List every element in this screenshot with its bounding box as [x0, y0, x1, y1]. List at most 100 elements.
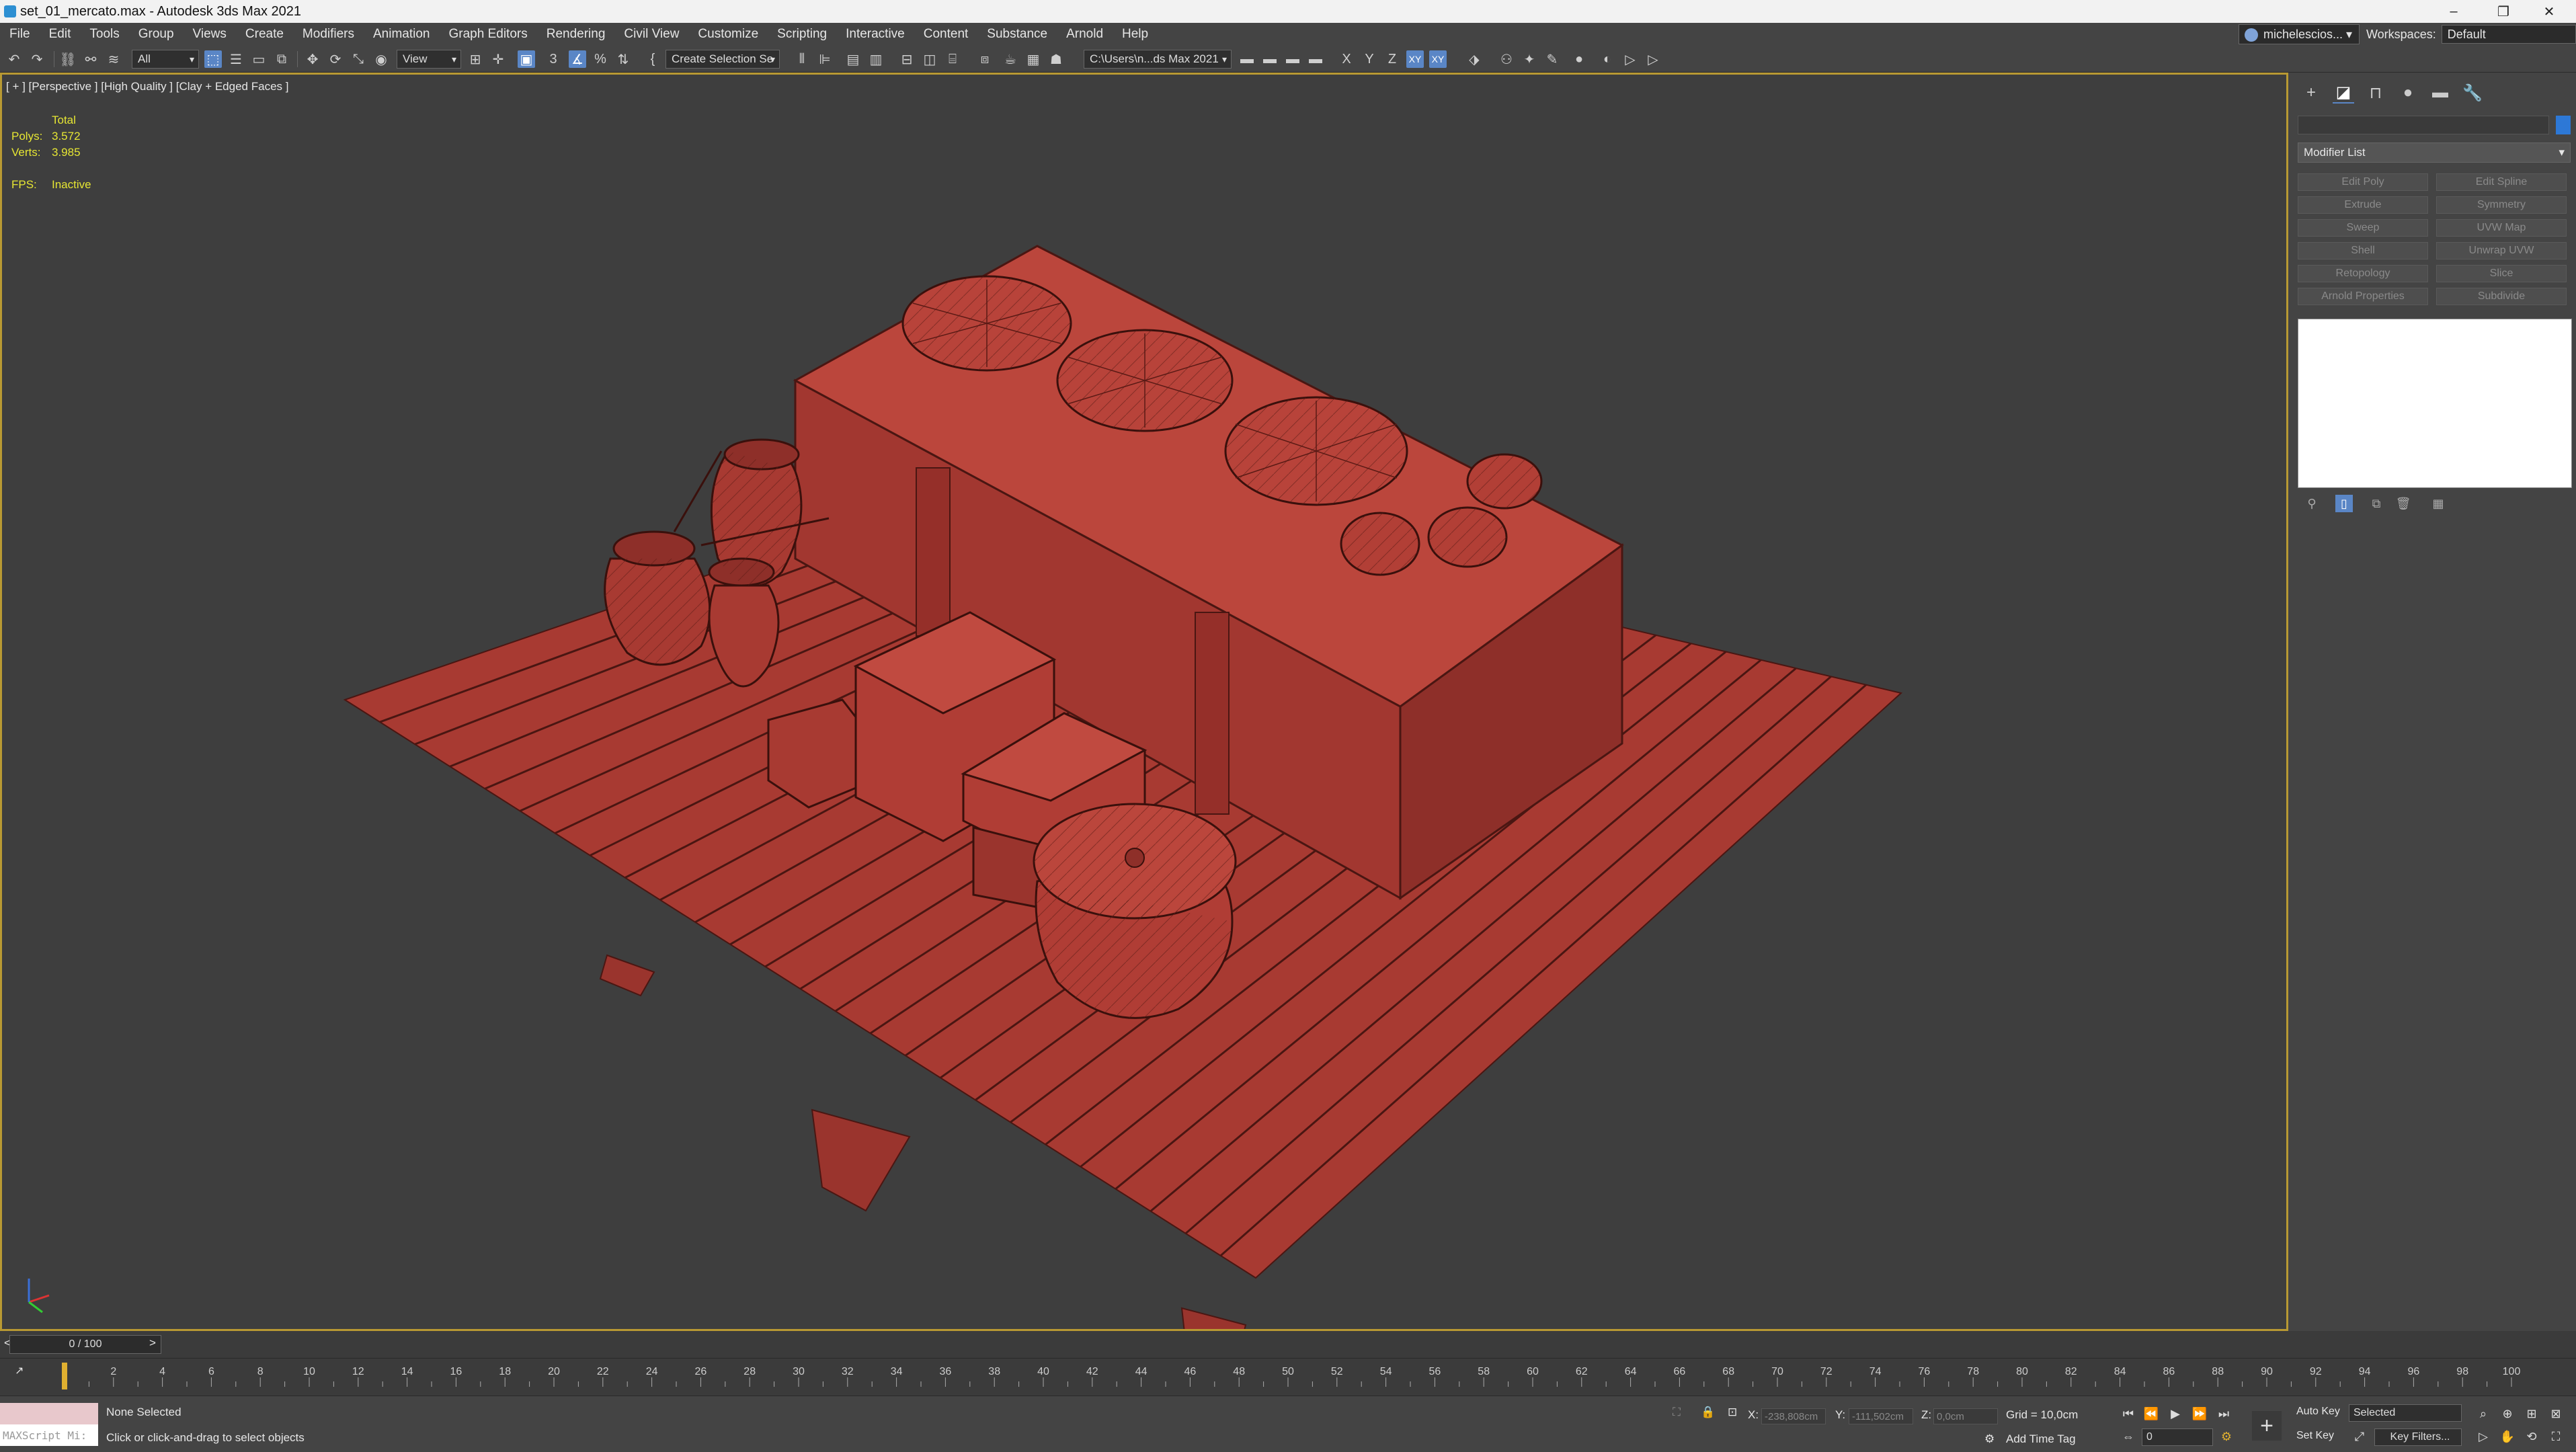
align-icon[interactable]: ⊫ — [816, 50, 834, 68]
undo-icon[interactable]: ↶ — [5, 50, 23, 68]
mirror-icon[interactable]: ⫴ — [793, 50, 811, 68]
menu-edit[interactable]: Edit — [40, 23, 81, 46]
key-filters-icon[interactable]: ⤢ — [2350, 1427, 2369, 1446]
modifier-subdivide-button[interactable]: Subdivide — [2436, 288, 2567, 305]
set-key-plus-icon[interactable]: + — [2252, 1411, 2282, 1441]
named-selection-set-dropdown[interactable]: Create Selection Se — [666, 50, 780, 69]
menu-animation[interactable]: Animation — [364, 23, 440, 46]
menu-scripting[interactable]: Scripting — [768, 23, 836, 46]
move-icon[interactable]: ✥ — [304, 50, 321, 68]
object-color-swatch[interactable] — [2556, 116, 2571, 134]
viewport-label-menu[interactable]: [ + ] [Perspective ] [High Quality ] [Cl… — [6, 80, 288, 93]
reference-coordinate-dropdown[interactable]: View — [397, 50, 461, 69]
close-button[interactable]: ✕ — [2522, 0, 2576, 23]
graphite-icon[interactable]: ✦ — [1521, 50, 1538, 68]
menu-views[interactable]: Views — [184, 23, 236, 46]
region-select-icon[interactable]: ▭ — [250, 50, 268, 68]
time-slider[interactable]: 0 / 100 — [9, 1335, 161, 1354]
pivot-center-icon[interactable]: ⊞ — [467, 50, 484, 68]
x-coordinate-field[interactable]: -238,808cm — [1761, 1408, 1826, 1424]
project-folder-icon[interactable]: ▬ — [1284, 50, 1301, 68]
set-project-icon[interactable]: ▬ — [1261, 50, 1279, 68]
modifier-symmetry-button[interactable]: Symmetry — [2436, 196, 2567, 214]
menu-graph-editors[interactable]: Graph Editors — [440, 23, 537, 46]
axis-y-button[interactable]: Y — [1361, 50, 1378, 68]
window-crossing-icon[interactable]: ⧉ — [273, 50, 290, 68]
key-mode-dropdown[interactable]: Selected — [2349, 1404, 2462, 1422]
modifier-shell-button[interactable]: Shell — [2298, 242, 2428, 259]
modify-tab-icon[interactable]: ◪ — [2333, 82, 2354, 104]
brush-icon[interactable]: ✎ — [1543, 50, 1561, 68]
make-unique-icon[interactable]: ⧉ — [2368, 495, 2385, 512]
modifier-uvw-map-button[interactable]: UVW Map — [2436, 219, 2567, 237]
menu-create[interactable]: Create — [236, 23, 293, 46]
menu-customize[interactable]: Customize — [688, 23, 768, 46]
absolute-mode-icon[interactable]: ⊡ — [1728, 1406, 1737, 1419]
modifier-edit-spline-button[interactable]: Edit Spline — [2436, 173, 2567, 191]
zoom-icon[interactable]: ⌕ — [2474, 1404, 2493, 1423]
modifier-edit-poly-button[interactable]: Edit Poly — [2298, 173, 2428, 191]
workspace-dropdown[interactable]: Default — [2441, 25, 2576, 44]
scene-canvas[interactable] — [2, 75, 2286, 1329]
z-coordinate-field[interactable]: 0,0cm — [1933, 1408, 1998, 1424]
select-by-name-icon[interactable]: ☰ — [227, 50, 245, 68]
redo-icon[interactable]: ↷ — [28, 50, 46, 68]
hierarchy-tab-icon[interactable]: ⊓ — [2365, 82, 2386, 104]
modifier-extrude-button[interactable]: Extrude — [2298, 196, 2428, 214]
time-configuration-icon[interactable]: ⚙ — [2217, 1427, 2236, 1446]
track-bar[interactable]: ↗ 02468101214161820222426283032343638404… — [0, 1358, 2576, 1396]
y-coordinate-field[interactable]: -111,502cm — [1849, 1408, 1913, 1424]
menu-rendering[interactable]: Rendering — [537, 23, 615, 46]
selection-filter-dropdown[interactable]: All — [132, 50, 199, 69]
configure-modifier-sets-icon[interactable]: ▦ — [2429, 495, 2447, 512]
motion-tab-icon[interactable]: ● — [2397, 82, 2419, 104]
schematic-view-icon[interactable]: ⌸ — [944, 50, 961, 68]
bind-spacewarp-icon[interactable]: ≋ — [105, 50, 122, 68]
minimize-button[interactable]: – — [2427, 0, 2481, 23]
axis-xy-button[interactable]: XY — [1406, 50, 1424, 68]
open-project-icon[interactable]: ▬ — [1238, 50, 1256, 68]
add-time-tag[interactable]: Add Time Tag — [2006, 1433, 2076, 1446]
plate-3[interactable] — [1224, 396, 1408, 506]
anim-prev-icon[interactable]: ◐ — [1599, 50, 1616, 68]
bowl-2[interactable] — [1427, 506, 1508, 568]
percent-snap-icon[interactable]: % — [592, 50, 609, 68]
zoom-extents-icon[interactable]: ⊞ — [2522, 1404, 2541, 1423]
plate-1[interactable] — [901, 275, 1072, 372]
maxscript-output[interactable] — [0, 1403, 98, 1424]
menu-tools[interactable]: Tools — [80, 23, 128, 46]
spinner-snap-icon[interactable]: ⇅ — [614, 50, 632, 68]
axis-x-button[interactable]: X — [1338, 50, 1355, 68]
populate-icon[interactable]: ⚇ — [1498, 50, 1515, 68]
selection-lock-icon[interactable]: 🔒 — [1701, 1406, 1715, 1419]
pan-view-icon[interactable]: ✋ — [2498, 1427, 2517, 1446]
maxscript-listener[interactable]: MAXScript Mi: — [0, 1403, 98, 1446]
show-end-result-icon[interactable]: ▯ — [2335, 495, 2353, 512]
modifier-unwrap-uvw-button[interactable]: Unwrap UVW — [2436, 242, 2567, 259]
bowl-3[interactable] — [1340, 512, 1420, 576]
modifier-list-dropdown[interactable]: Modifier List — [2298, 143, 2571, 163]
keyboard-shortcut-override-icon[interactable]: ▣ — [518, 50, 535, 68]
scale-icon[interactable]: ⤡ — [350, 50, 367, 68]
select-manipulate-icon[interactable]: ✛ — [489, 50, 507, 68]
snaps-toggle-icon[interactable]: 3 — [545, 50, 562, 68]
isolate-icon[interactable]: ⛶ — [1673, 1406, 1681, 1419]
scene-explorer-icon[interactable]: ▤ — [844, 50, 862, 68]
zoom-extents-all-icon[interactable]: ⊠ — [2546, 1404, 2565, 1423]
axis-xy-cycle-button[interactable]: XY — [1429, 50, 1447, 68]
pin-stack-icon[interactable]: ⚲ — [2303, 495, 2321, 512]
current-frame-field[interactable]: 0 — [2142, 1428, 2213, 1446]
menu-civil-view[interactable]: Civil View — [614, 23, 688, 46]
angle-snap-icon[interactable]: ∡ — [569, 50, 586, 68]
project-path-dropdown[interactable]: C:\Users\n...ds Max 2021 — [1084, 50, 1232, 69]
current-frame-marker[interactable] — [62, 1363, 67, 1389]
auto-key-button[interactable]: Auto Key — [2296, 1406, 2340, 1418]
remove-modifier-icon[interactable]: 🗑 — [2394, 495, 2412, 512]
play-icon[interactable]: ▶ — [2166, 1404, 2185, 1423]
modifier-retopology-button[interactable]: Retopology — [2298, 265, 2428, 282]
plate-2[interactable] — [1056, 329, 1234, 432]
object-name-field[interactable] — [2298, 116, 2549, 134]
track-view-icon[interactable]: ⬗ — [1465, 50, 1483, 68]
unlink-icon[interactable]: ⚯ — [82, 50, 99, 68]
project-recent-icon[interactable]: ▬ — [1307, 50, 1324, 68]
